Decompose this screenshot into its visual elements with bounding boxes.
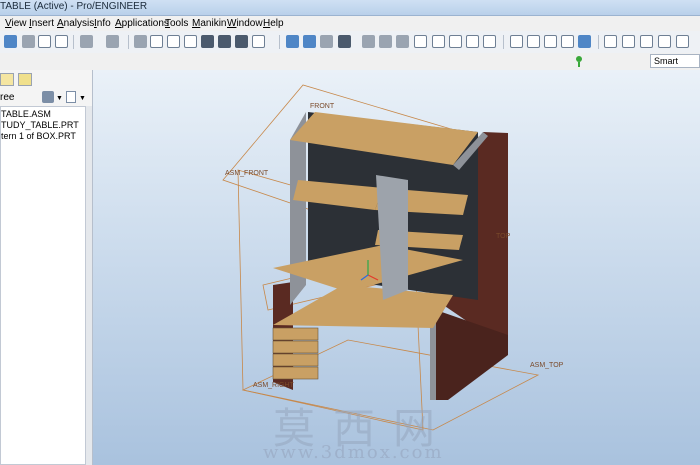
zoom-in-icon[interactable] [379,35,392,48]
copy-icon[interactable] [150,35,163,48]
chevron-down-icon[interactable]: ▼ [56,95,63,102]
watermark-url: www.3dmox.com [263,442,444,463]
toolbar-separator [598,35,599,49]
menu-view[interactable]: View [5,18,27,29]
folder-browser-tab-icon[interactable] [18,73,32,86]
spin-center-icon[interactable] [303,35,316,48]
tree-item-assembly[interactable]: TABLE.ASM [1,109,51,119]
model-tree: TABLE.ASM TUDY_TABLE.PRT tern 1 of BOX.P… [0,106,86,465]
enhanced-realism-icon[interactable] [578,35,591,48]
menu-analysis[interactable]: Analysis [57,18,94,29]
layers-icon[interactable] [466,35,479,48]
datum-label-asm-right[interactable]: ASM_RIGHT [253,382,294,389]
spin-icon[interactable] [676,35,689,48]
menu-info[interactable]: Info [94,18,111,29]
window-title: TABLE (Active) - Pro/ENGINEER [0,1,148,12]
menu-bar: View Insert Analysis Info Applications T… [0,16,700,31]
model-tree-tab-icon[interactable] [0,73,14,86]
toolbar-separator [503,35,504,49]
title-bar: TABLE (Active) - Pro/ENGINEER [0,0,700,16]
zoom-out-icon[interactable] [396,35,409,48]
drawer-1 [272,327,319,341]
toolbar-separator [279,35,280,49]
drawer-3 [272,353,319,367]
status-light-icon [576,56,582,67]
datum-label-front[interactable]: FRONT [310,103,334,110]
status-row [0,53,700,70]
repaint-icon[interactable] [286,35,299,48]
drawer-4 [272,366,319,380]
menu-tools[interactable]: Tools [165,18,188,29]
shading-icon[interactable] [561,35,574,48]
graphics-viewport[interactable]: FRONT ASM_FRONT TOP ASM_TOP ASM_RIGHT 莫西… [93,70,700,465]
find-icon[interactable] [235,35,248,48]
mail-attach-icon[interactable] [55,35,68,48]
hidden-line-icon[interactable] [527,35,540,48]
datum-label-asm-top[interactable]: ASM_TOP [530,362,563,369]
view-mode-icon[interactable] [320,35,333,48]
orient-icon[interactable] [362,35,375,48]
menu-help[interactable]: Help [263,18,284,29]
drawer-2 [272,340,319,354]
no-hidden-icon[interactable] [544,35,557,48]
saved-views-icon[interactable] [449,35,462,48]
chevron-down-icon[interactable]: ▼ [79,95,86,102]
selection-filter[interactable]: Smart [650,54,700,68]
menu-applications[interactable]: Applications [115,18,169,29]
appearance-icon[interactable] [338,35,351,48]
wireframe-icon[interactable] [510,35,523,48]
datum-axes-icon[interactable] [622,35,635,48]
tree-filter-icon[interactable] [66,91,76,103]
model-tree-header: ree ▼ ▼ [0,89,92,105]
toolbar-separator [73,35,74,49]
save-icon[interactable] [4,35,17,48]
select-box-icon[interactable] [252,35,265,48]
main-toolbar [0,31,700,54]
paste-special-icon[interactable] [184,35,197,48]
menu-window[interactable]: Window [227,18,263,29]
tree-item-part[interactable]: TUDY_TABLE.PRT [1,120,79,130]
tree-settings-icon[interactable] [42,91,54,103]
refit-icon[interactable] [414,35,427,48]
print-icon[interactable] [22,35,35,48]
tree-item-pattern[interactable]: tern 1 of BOX.PRT [1,131,76,141]
regenerate-icon[interactable] [201,35,214,48]
menu-insert[interactable]: Insert [29,18,54,29]
datum-label-top[interactable]: TOP [496,233,510,240]
undo-icon[interactable] [80,35,93,48]
csys-icon[interactable] [658,35,671,48]
toolbar-separator [128,35,129,49]
datum-planes-icon[interactable] [604,35,617,48]
redo-icon[interactable] [106,35,119,48]
reorient-icon[interactable] [432,35,445,48]
mail-icon[interactable] [38,35,51,48]
panel-scrollbar[interactable] [86,106,92,465]
model-tree-title: ree [0,92,15,103]
view-manager-icon[interactable] [483,35,496,48]
menu-manikin[interactable]: Manikin [192,18,226,29]
cut-icon[interactable] [134,35,147,48]
datum-points-icon[interactable] [640,35,653,48]
paste-icon[interactable] [167,35,180,48]
regen-manager-icon[interactable] [218,35,231,48]
datum-label-asm-front[interactable]: ASM_FRONT [225,170,268,177]
